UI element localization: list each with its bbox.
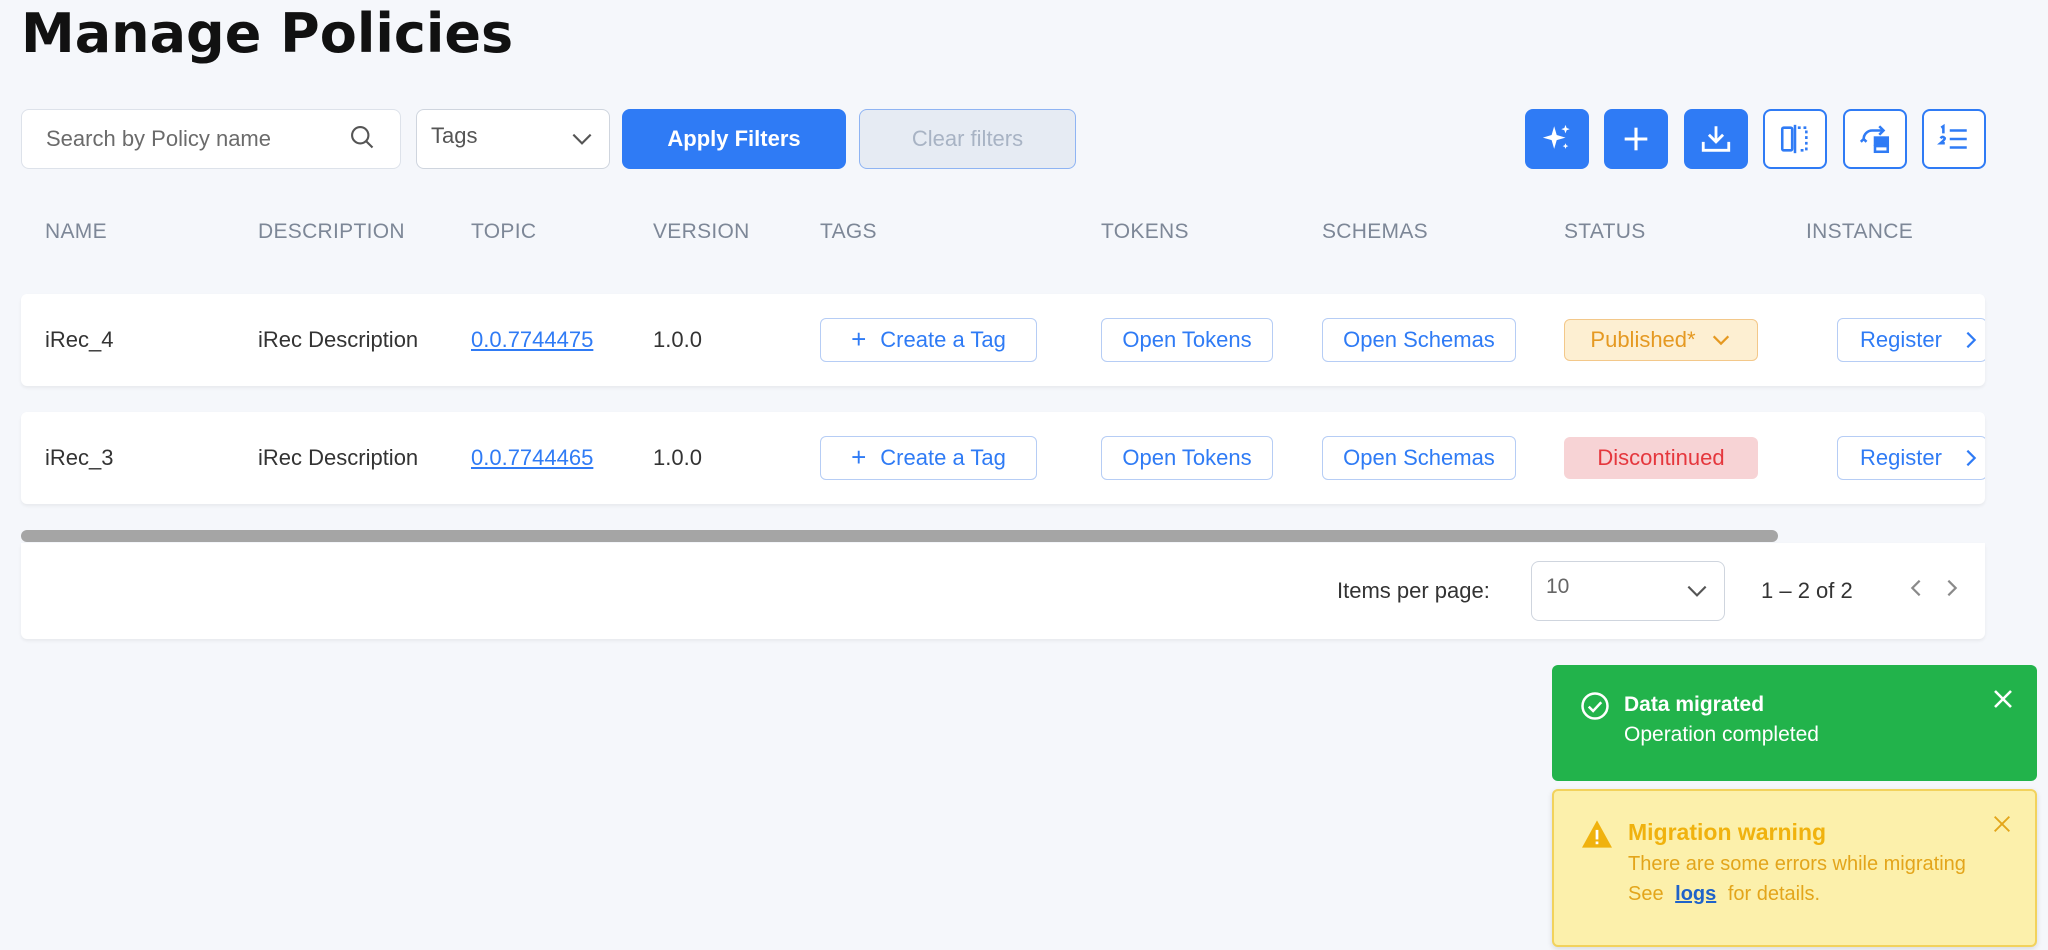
plus-icon: + [851, 323, 867, 354]
register-label: Register [1860, 327, 1942, 352]
list-ordered-icon [1937, 123, 1967, 149]
tags-select[interactable]: Tags [416, 109, 610, 169]
policy-description: iRec Description [258, 445, 419, 470]
header-tokens[interactable]: TOKENS [1101, 220, 1189, 244]
page-range: 1 – 2 of 2 [1761, 578, 1853, 603]
ordered-list-button[interactable] [1922, 109, 1986, 169]
policy-name: iRec_4 [45, 327, 114, 352]
chevron-down-icon [1712, 335, 1729, 346]
success-toast: Data migrated Operation completed [1552, 665, 2037, 781]
table-header: NAME DESCRIPTION TOPIC VERSION TAGS TOKE… [21, 200, 1985, 260]
search-field[interactable] [21, 109, 401, 169]
toast-title: Data migrated [1624, 693, 1765, 716]
topic-link[interactable]: 0.0.7744465 [471, 445, 593, 471]
compare-button[interactable] [1763, 109, 1827, 169]
import-button[interactable] [1684, 109, 1748, 169]
sparkle-icon [1542, 124, 1570, 149]
status-label: Published* [1590, 327, 1696, 352]
chevron-down-icon [572, 133, 592, 145]
items-per-page-label: Items per page: [1337, 578, 1490, 603]
create-tag-button[interactable]: + Create a Tag [820, 436, 1037, 480]
header-description[interactable]: DESCRIPTION [258, 220, 405, 244]
header-schemas[interactable]: SCHEMAS [1322, 220, 1428, 244]
toast-message: Operation completed [1624, 723, 1819, 746]
table-row: iRec_4 iRec Description 0.0.7744475 1.0.… [21, 294, 1985, 386]
policy-version: 1.0.0 [653, 445, 702, 470]
header-topic[interactable]: TOPIC [471, 220, 536, 244]
policy-version: 1.0.0 [653, 327, 702, 352]
create-policy-button[interactable] [1604, 109, 1668, 169]
compare-icon [1780, 124, 1808, 154]
chevron-right-icon [1966, 331, 1977, 349]
open-schemas-button[interactable]: Open Schemas [1322, 436, 1516, 480]
header-version[interactable]: VERSION [653, 220, 750, 244]
toast-message: There are some errors while migrating [1628, 853, 1966, 875]
close-icon[interactable] [1991, 813, 2013, 840]
previous-page-button[interactable] [1901, 573, 1931, 603]
create-tag-button[interactable]: + Create a Tag [820, 318, 1037, 362]
header-instance[interactable]: INSTANCE [1806, 220, 1913, 244]
register-button[interactable]: Register [1837, 436, 1985, 480]
register-label: Register [1860, 445, 1942, 470]
horizontal-scrollbar[interactable] [21, 530, 1778, 542]
policy-name: iRec_3 [45, 445, 114, 470]
register-button[interactable]: Register [1837, 318, 1985, 362]
create-tag-label: Create a Tag [880, 327, 1006, 352]
header-name[interactable]: NAME [45, 220, 107, 244]
open-tokens-button[interactable]: Open Tokens [1101, 436, 1273, 480]
table-row: iRec_3 iRec Description 0.0.7744465 1.0.… [21, 412, 1985, 504]
search-icon[interactable] [348, 123, 376, 156]
migrate-button[interactable] [1843, 109, 1907, 169]
logs-link[interactable]: logs [1675, 883, 1716, 905]
chevron-down-icon [1687, 585, 1707, 597]
policy-description: iRec Description [258, 327, 419, 352]
clear-filters-button[interactable]: Clear filters [859, 109, 1076, 169]
open-schemas-button[interactable]: Open Schemas [1322, 318, 1516, 362]
toast-details: See logs for details. [1628, 883, 1820, 906]
items-per-page-select[interactable]: 10 [1531, 561, 1725, 621]
header-status[interactable]: STATUS [1564, 220, 1646, 244]
tags-select-value: Tags [431, 123, 478, 148]
plus-icon: + [851, 441, 867, 472]
ai-suggest-button[interactable] [1525, 109, 1589, 169]
header-tags[interactable]: TAGS [820, 220, 877, 244]
create-tag-label: Create a Tag [880, 445, 1006, 470]
chevron-left-icon [1910, 579, 1921, 597]
open-tokens-button[interactable]: Open Tokens [1101, 318, 1273, 362]
apply-filters-button[interactable]: Apply Filters [622, 109, 846, 169]
status-badge: Discontinued [1564, 437, 1758, 479]
chevron-right-icon [1966, 449, 1977, 467]
plus-icon [1624, 127, 1648, 151]
search-input[interactable] [46, 126, 348, 152]
chevron-right-icon [1947, 579, 1958, 597]
warning-toast: Migration warning There are some errors … [1552, 789, 2037, 947]
toast-title: Migration warning [1628, 819, 1827, 845]
close-icon[interactable] [1991, 687, 2015, 716]
paginator: Items per page: 10 1 – 2 of 2 [21, 543, 1985, 639]
download-icon [1701, 126, 1731, 152]
migrate-icon [1859, 125, 1890, 154]
items-per-page-value: 10 [1546, 575, 1570, 598]
details-suffix: for details. [1727, 883, 1821, 905]
warning-icon [1580, 819, 1614, 854]
page-title: Manage Policies [21, 2, 514, 65]
details-prefix: See [1628, 883, 1664, 905]
next-page-button[interactable] [1937, 573, 1967, 603]
topic-link[interactable]: 0.0.7744475 [471, 327, 593, 353]
status-dropdown[interactable]: Published* [1564, 319, 1758, 361]
check-circle-icon [1580, 691, 1610, 726]
